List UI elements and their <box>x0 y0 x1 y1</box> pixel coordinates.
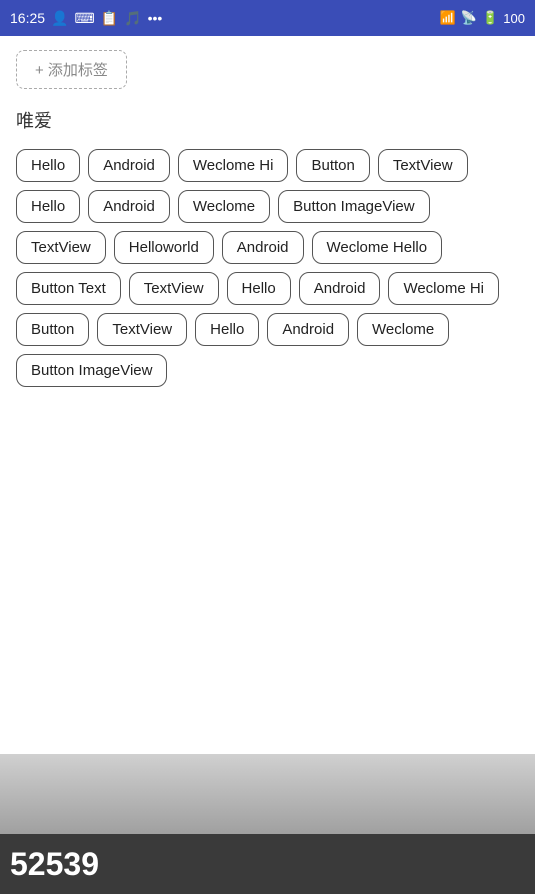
time: 16:25 <box>10 10 45 26</box>
tag-chip[interactable]: Android <box>222 231 304 264</box>
section-label: 唯爱 <box>16 107 519 133</box>
tag-chip[interactable]: Android <box>299 272 381 305</box>
number-display: 52539 <box>10 846 99 883</box>
tag-chip[interactable]: Weclome Hi <box>178 149 289 182</box>
tags-container: HelloAndroidWeclome HiButtonTextViewHell… <box>16 149 519 387</box>
tag-chip[interactable]: Button Text <box>16 272 121 305</box>
tag-chip[interactable]: Weclome <box>357 313 449 346</box>
person-icon: 👤 <box>51 10 68 27</box>
tag-chip[interactable]: Hello <box>227 272 291 305</box>
tag-chip[interactable]: Helloworld <box>114 231 214 264</box>
music-icon: 🎵 <box>124 10 141 27</box>
sim-icon: 📋 <box>101 10 118 27</box>
status-right: 📶 📡 🔋 100 <box>440 10 525 26</box>
battery-level: 100 <box>503 11 525 26</box>
tag-chip[interactable]: TextView <box>97 313 187 346</box>
status-left: 16:25 👤 ⌨ 📋 🎵 ••• <box>10 10 162 27</box>
tag-chip[interactable]: Hello <box>16 190 80 223</box>
tag-chip[interactable]: Hello <box>195 313 259 346</box>
status-bar: 16:25 👤 ⌨ 📋 🎵 ••• 📶 📡 🔋 100 <box>0 0 535 36</box>
tag-chip[interactable]: TextView <box>16 231 106 264</box>
tag-chip[interactable]: Weclome Hi <box>388 272 499 305</box>
battery-icon: 🔋 <box>482 10 498 26</box>
wifi-icon: 📡 <box>461 10 477 26</box>
usb-icon: ⌨ <box>74 10 94 27</box>
tag-chip[interactable]: TextView <box>378 149 468 182</box>
tag-chip[interactable]: Android <box>88 149 170 182</box>
number-area: 52539 <box>0 834 535 894</box>
tag-chip[interactable]: Button ImageView <box>16 354 167 387</box>
tag-chip[interactable]: Hello <box>16 149 80 182</box>
tag-chip[interactable]: Button <box>296 149 369 182</box>
sim-signal-icon: 📶 <box>440 10 456 26</box>
tag-chip[interactable]: Button ImageView <box>278 190 429 223</box>
content-area: + 添加标签 唯爱 HelloAndroidWeclome HiButtonTe… <box>0 36 535 754</box>
dots-icon: ••• <box>148 10 163 26</box>
tag-chip[interactable]: Weclome <box>178 190 270 223</box>
add-tag-button[interactable]: + 添加标签 <box>16 50 127 89</box>
tag-chip[interactable]: Button <box>16 313 89 346</box>
tag-chip[interactable]: TextView <box>129 272 219 305</box>
tag-chip[interactable]: Android <box>88 190 170 223</box>
tag-chip[interactable]: Weclome Hello <box>312 231 443 264</box>
tag-chip[interactable]: Android <box>267 313 349 346</box>
footer-gradient <box>0 754 535 834</box>
